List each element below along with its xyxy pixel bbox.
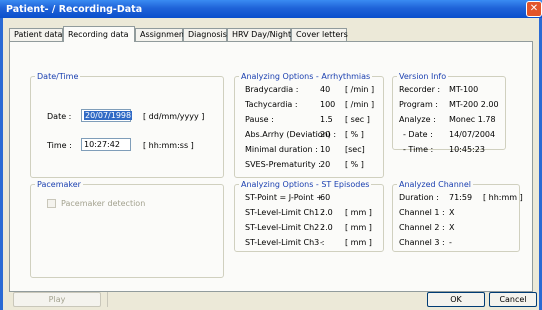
st-label: ST-Level-Limit Ch1 : <box>245 208 325 217</box>
channel-value: X <box>449 208 455 217</box>
pacemaker-legend: Pacemaker <box>37 180 81 189</box>
st-episodes-legend: Analyzing Options - ST Episodes <box>241 180 370 189</box>
version-label: Recorder : <box>399 85 441 94</box>
arrhythmia-value: 20 <box>320 160 331 169</box>
arrhythmia-unit: [ % ] <box>345 160 364 169</box>
tab-label: Assignment <box>140 30 188 39</box>
arrhythmia-label: Pause : <box>245 115 274 124</box>
button-bar: Play OK Cancel <box>3 292 539 310</box>
channel-label: Channel 3 : <box>399 238 445 247</box>
version-label: - Time : <box>403 145 434 154</box>
st-value: - <box>320 238 323 247</box>
version-label: Program : <box>399 100 438 109</box>
analyzed-channel-legend: Analyzed Channel <box>399 180 471 189</box>
pacemaker-detection-label: Pacemaker detection <box>61 199 146 208</box>
arrhythmia-unit: [ /min ] <box>345 85 375 94</box>
st-label: ST-Level-Limit Ch2 : <box>245 223 325 232</box>
version-info-group: Version Info Recorder : MT-100 Program :… <box>392 72 506 154</box>
date-value: 20/07/1998 <box>84 111 133 120</box>
arrhythmia-unit: [ % ] <box>345 130 364 139</box>
arrhythmia-value: 100 <box>320 100 336 109</box>
separator <box>107 292 108 307</box>
time-format-hint: [ hh:mm:ss ] <box>143 141 194 150</box>
arrhythmias-legend: Analyzing Options - Arrhythmias <box>241 72 371 81</box>
pacemaker-detection-checkbox[interactable] <box>47 199 56 208</box>
close-icon[interactable]: ✕ <box>526 1 542 17</box>
arrhythmia-label: Tachycardia : <box>245 100 298 109</box>
st-label: ST-Level-Limit Ch3 : <box>245 238 325 247</box>
date-field[interactable]: 20/07/1998 <box>81 109 133 122</box>
tab-assignment[interactable]: Assignment <box>135 28 187 41</box>
version-value: 10:45:23 <box>449 145 485 154</box>
time-value: 10:27:42 <box>84 140 120 149</box>
tab-patient-data[interactable]: Patient data <box>9 28 63 41</box>
version-value: 14/07/2004 <box>449 130 496 139</box>
st-value: 2.0 <box>320 223 333 232</box>
duration-value: 71:59 <box>449 193 473 202</box>
arrhythmia-unit: [ /min ] <box>345 100 375 109</box>
tab-label: HRV Day/Night <box>232 30 292 39</box>
arrhythmia-label: Bradycardia : <box>245 85 299 94</box>
arrhythmia-value: 40 <box>320 85 331 94</box>
tab-label: Recording data <box>68 30 129 39</box>
arrhythmia-value: 1.5 <box>320 115 333 124</box>
st-label: ST-Point = J-Point + <box>245 193 323 202</box>
datetime-legend: Date/Time <box>37 72 79 81</box>
datetime-group: Date/Time Date : 20/07/1998 [ dd/mm/yyyy… <box>30 72 224 178</box>
st-value: 60 <box>320 193 331 202</box>
arrhythmia-label: Minimal duration : <box>245 145 318 154</box>
channel-label: Channel 2 : <box>399 223 445 232</box>
arrhythmia-label: SVES-Prematurity : <box>245 160 321 169</box>
tab-cover-letters[interactable]: Cover letters <box>291 28 348 41</box>
duration-label: Duration : <box>399 193 439 202</box>
play-button-label: Play <box>48 295 66 304</box>
st-unit: [ mm ] <box>345 208 372 217</box>
pacemaker-group: Pacemaker Pacemaker detection <box>30 180 224 278</box>
version-info-legend: Version Info <box>399 72 447 81</box>
title-bar: Patient- / Recording-Data ✕ <box>0 0 542 18</box>
cancel-button[interactable]: Cancel <box>489 292 537 307</box>
dialog-body: Patient data Recording data Assignment D… <box>0 18 542 310</box>
arrhythmia-value: 20 <box>320 130 331 139</box>
date-label: Date : <box>47 112 72 121</box>
tab-diagnosis[interactable]: Diagnosis <box>183 28 227 41</box>
tab-label: Cover letters <box>296 30 348 39</box>
st-value: 2.0 <box>320 208 333 217</box>
tab-recording-data[interactable]: Recording data <box>63 26 135 42</box>
recording-data-panel: Date/Time Date : 20/07/1998 [ dd/mm/yyyy… <box>9 41 533 292</box>
channel-label: Channel 1 : <box>399 208 445 217</box>
version-value: Monec 1.78 <box>449 115 496 124</box>
time-field[interactable]: 10:27:42 <box>81 138 131 151</box>
version-value: MT-100 <box>449 85 479 94</box>
arrhythmia-unit: [sec] <box>345 145 365 154</box>
channel-value: X <box>449 223 455 232</box>
arrhythmia-unit: [ sec ] <box>345 115 370 124</box>
channel-value: - <box>449 238 452 247</box>
arrhythmias-group: Analyzing Options - Arrhythmias Bradycar… <box>234 72 384 178</box>
st-unit: [ mm ] <box>345 238 372 247</box>
analyzed-channel-group: Analyzed Channel Duration : 71:59 [ hh:m… <box>392 180 523 252</box>
tab-hrv-day-night[interactable]: HRV Day/Night <box>227 28 291 41</box>
tab-label: Patient data <box>14 30 63 39</box>
tab-label: Diagnosis <box>188 30 227 39</box>
time-label: Time : <box>47 141 72 150</box>
date-format-hint: [ dd/mm/yyyy ] <box>143 112 205 121</box>
window-title: Patient- / Recording-Data <box>6 4 143 15</box>
version-value: MT-200 2.00 <box>449 100 499 109</box>
ok-button-label: OK <box>450 295 462 304</box>
st-episodes-group: Analyzing Options - ST Episodes ST-Point… <box>234 180 384 252</box>
duration-unit: [ hh:mm ] <box>483 193 523 202</box>
cancel-button-label: Cancel <box>499 295 527 304</box>
version-label: - Date : <box>403 130 433 139</box>
play-button[interactable]: Play <box>13 292 101 307</box>
ok-button[interactable]: OK <box>427 292 485 307</box>
arrhythmia-value: 10 <box>320 145 331 154</box>
st-unit: [ mm ] <box>345 223 372 232</box>
version-label: Analyze : <box>399 115 436 124</box>
